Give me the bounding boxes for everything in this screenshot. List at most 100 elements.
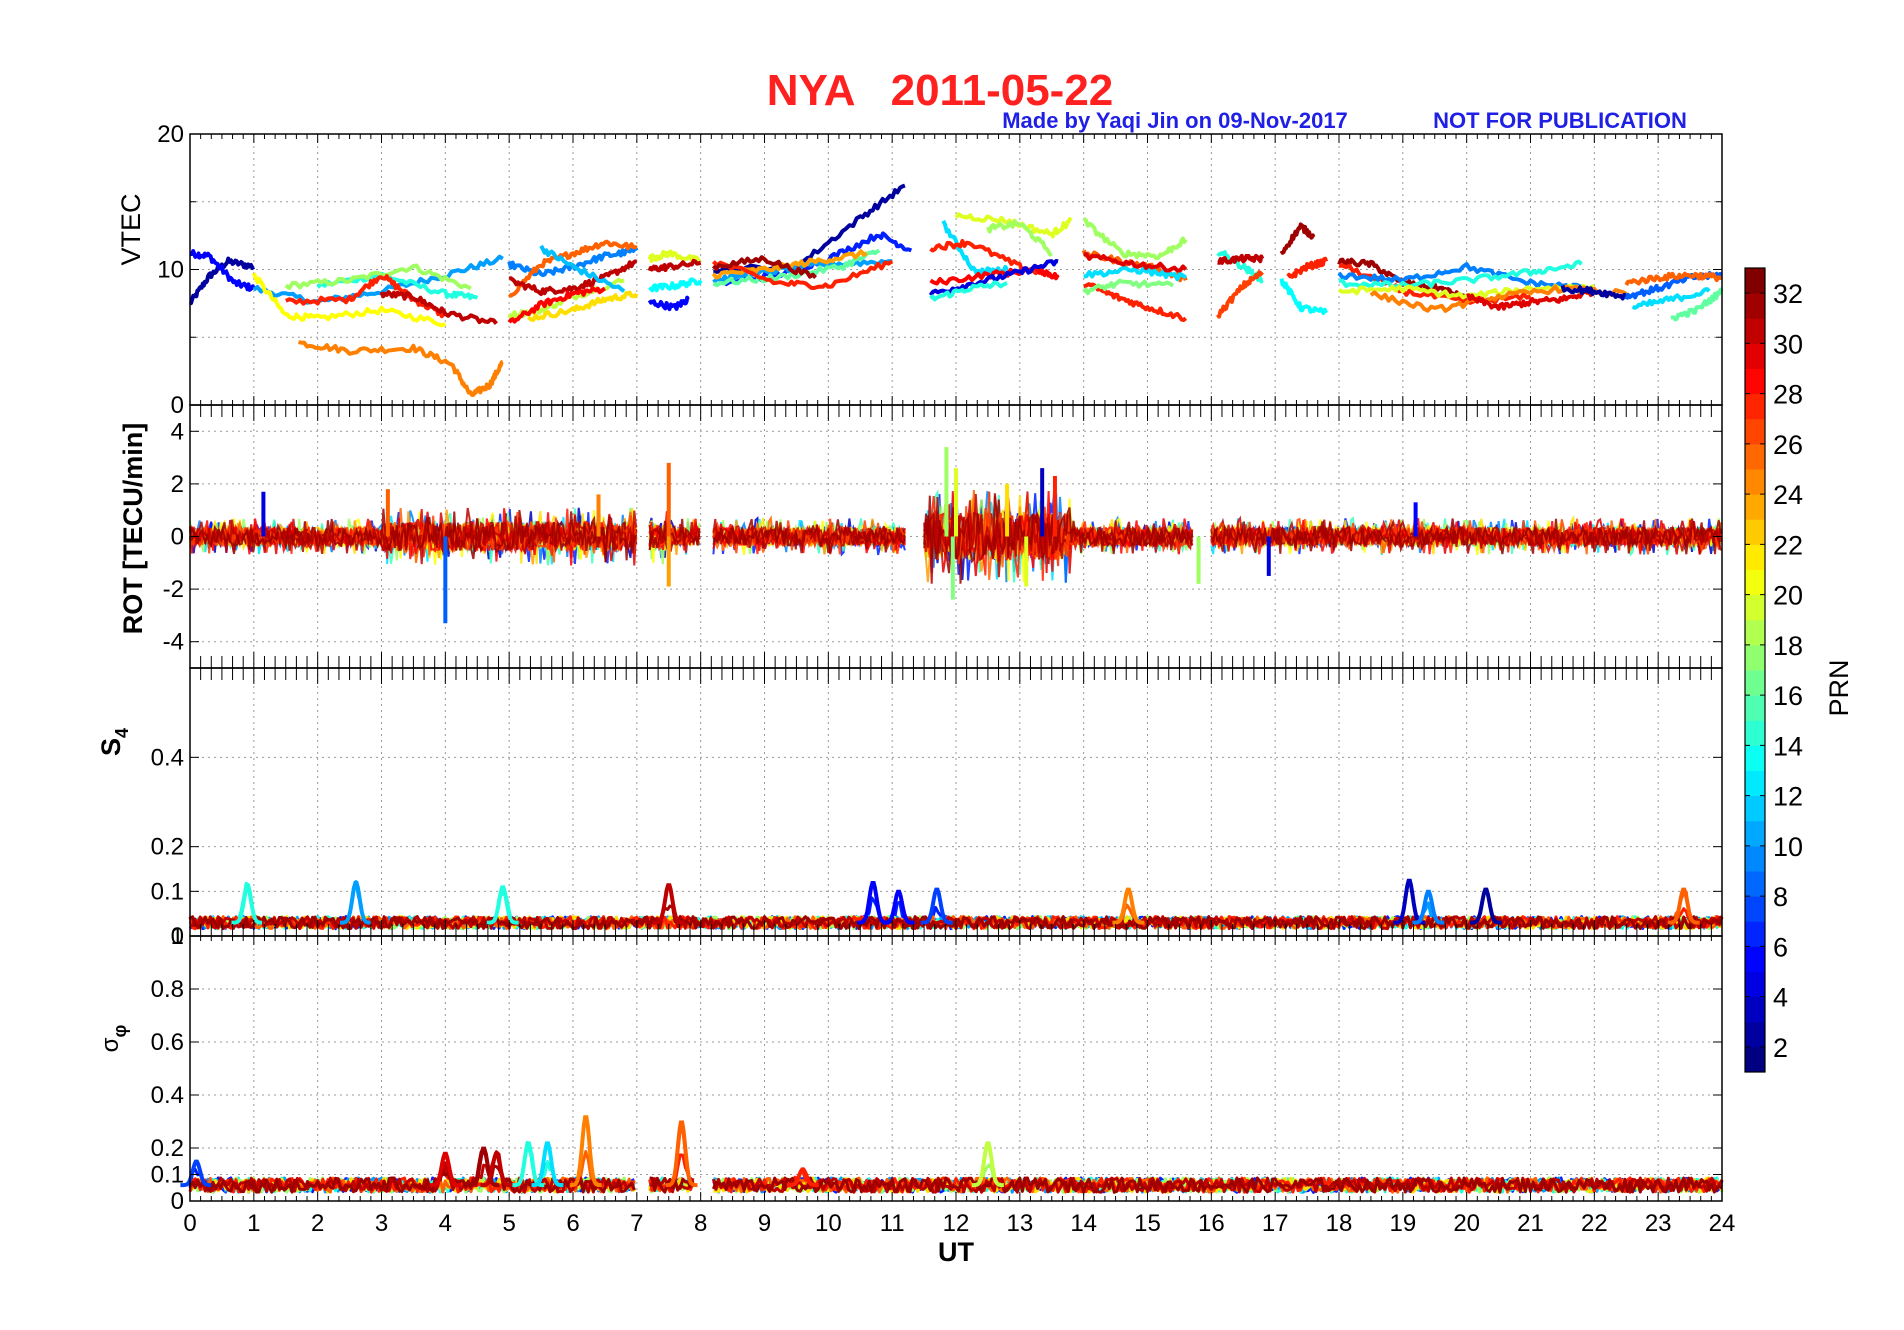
xtick-label: 18 xyxy=(1326,1210,1353,1237)
s4-ytick-label: 0.2 xyxy=(151,834,184,861)
vtec-ytick-label: 20 xyxy=(157,121,184,148)
colorbar-tick-label: 18 xyxy=(1773,631,1803,661)
vtec-series-prn-28 xyxy=(1286,256,1329,279)
sigma-ylabel: σφ xyxy=(97,1025,130,1053)
colorbar-tick-label: 16 xyxy=(1773,681,1803,711)
xtick-label: 11 xyxy=(880,1210,905,1237)
sigma-ytick-label: 1 xyxy=(171,923,184,950)
rot-ytick-label: -4 xyxy=(163,629,184,656)
vtec-series-prn-18 xyxy=(1082,216,1188,261)
vtec-series-prn-5 xyxy=(189,249,256,292)
colorbar-swatch xyxy=(1745,293,1765,319)
xtick-label: 23 xyxy=(1645,1210,1672,1237)
rot-ylabel: ROT [TECU/min] xyxy=(118,423,148,634)
colorbar-tick-label: 14 xyxy=(1773,731,1803,761)
colorbar-tick-label: 22 xyxy=(1773,530,1803,560)
vtec-series-prn-13 xyxy=(648,277,703,293)
colorbar-tick-label: 20 xyxy=(1773,581,1803,611)
colorbar-swatch xyxy=(1745,469,1765,495)
colorbar-swatch xyxy=(1745,720,1765,746)
colorbar-swatch xyxy=(1745,670,1765,696)
vtec-series-prn-31 xyxy=(1217,253,1265,265)
colorbar-swatch xyxy=(1745,695,1765,721)
colorbar-tick-label: 26 xyxy=(1773,430,1803,460)
colorbar-swatch xyxy=(1745,594,1765,621)
colorbar-tick-label: 12 xyxy=(1773,782,1803,812)
colorbar-tick-label: 6 xyxy=(1773,932,1788,962)
colorbar-swatch xyxy=(1745,946,1765,972)
colorbar-tick-label: 30 xyxy=(1773,329,1803,359)
sigma-ytick-label: 0.8 xyxy=(151,976,184,1003)
xtick-label: 20 xyxy=(1453,1210,1480,1237)
x-axis-label: UT xyxy=(938,1237,974,1267)
colorbar-tick-label: 32 xyxy=(1773,279,1803,309)
xtick-label: 6 xyxy=(566,1210,579,1237)
vtec-series-prn-31 xyxy=(647,258,702,273)
vtec-panel: 0 10 20 VTEC xyxy=(116,121,1724,419)
xtick-label: 19 xyxy=(1389,1210,1416,1237)
colorbar-swatch xyxy=(1745,745,1765,771)
colorbar-swatch xyxy=(1745,896,1765,922)
rot-panel: -4 -2 0 2 4 ROT [TECU/min] xyxy=(118,404,1723,669)
colorbar-label: PRN xyxy=(1824,659,1854,716)
rot-ytick-label: 2 xyxy=(171,471,184,498)
xtick-label: 0 xyxy=(183,1210,196,1237)
colorbar-swatch xyxy=(1745,1046,1765,1073)
xtick-label: 10 xyxy=(815,1210,842,1237)
colorbar-swatch xyxy=(1745,343,1765,369)
colorbar-swatch xyxy=(1745,770,1765,797)
figure: NYA 2011-05-22 Made by Yaqi Jin on 09-No… xyxy=(96,66,1854,1267)
s4-ylabel: S4 xyxy=(96,728,132,756)
colorbar-tick-label: 8 xyxy=(1773,882,1788,912)
rot-ytick-label: 0 xyxy=(171,524,184,551)
xtick-label: 1 xyxy=(247,1210,260,1237)
vtec-ytick-label: 10 xyxy=(157,257,184,284)
vtec-series-prn-31 xyxy=(379,290,498,325)
colorbar-swatch xyxy=(1745,971,1765,998)
colorbar-swatch xyxy=(1745,393,1765,420)
s4-grid xyxy=(190,668,1722,936)
vtec-ytick-label: 0 xyxy=(171,392,184,419)
xtick-label: 2 xyxy=(311,1210,324,1237)
rot-ytick-label: -2 xyxy=(163,576,184,603)
colorbar-swatch xyxy=(1745,619,1765,646)
colorbar-swatch xyxy=(1745,795,1765,822)
xtick-label: 3 xyxy=(375,1210,388,1237)
vtec-ylabel: VTEC xyxy=(116,193,146,265)
colorbar-swatch xyxy=(1745,1021,1765,1048)
vtec-series-prn-32 xyxy=(1279,222,1316,255)
colorbar-swatch xyxy=(1745,519,1765,545)
colorbar-swatch xyxy=(1745,418,1765,445)
colorbar-tick-label: 24 xyxy=(1773,480,1803,510)
colorbar-swatch xyxy=(1745,921,1765,947)
xtick-label: 17 xyxy=(1262,1210,1289,1237)
vtec-series-prn-5 xyxy=(647,295,690,312)
sigma-ytick-label: 0 xyxy=(171,1188,184,1215)
xtick-label: 13 xyxy=(1006,1210,1033,1237)
colorbar-tick-label: 2 xyxy=(1773,1033,1788,1063)
s4-ytick-label: 0.4 xyxy=(151,744,184,771)
vtec-series-prn-28 xyxy=(1083,282,1188,322)
sigma-data xyxy=(180,1115,1724,1194)
xtick-label: 7 xyxy=(630,1210,643,1237)
vtec-series-prn-13 xyxy=(1279,278,1329,315)
colorbar-swatch xyxy=(1745,845,1765,872)
sigma-ytick-label: 0.2 xyxy=(151,1135,184,1162)
xtick-label: 15 xyxy=(1134,1210,1161,1237)
xtick-label: 9 xyxy=(758,1210,771,1237)
vtec-series-prn-27 xyxy=(1216,270,1264,319)
colorbar-swatch xyxy=(1745,544,1765,570)
vtec-series-prn-25 xyxy=(298,340,505,397)
xtick-label: 5 xyxy=(502,1210,515,1237)
xtick-label: 22 xyxy=(1581,1210,1608,1237)
colorbar-swatch xyxy=(1745,268,1765,294)
colorbar-swatch xyxy=(1745,996,1765,1023)
colorbar-swatch xyxy=(1745,368,1765,395)
colorbar-swatch xyxy=(1745,443,1765,470)
sigma-grid xyxy=(190,936,1722,1201)
colorbar-swatch xyxy=(1745,318,1765,344)
colorbar-swatch xyxy=(1745,569,1765,596)
sigma-panel: 00.10.20.40.60.81σφ0 1 2 3 4 5 6 7 8 9 10 11 12 13 14 1… xyxy=(97,923,1735,1267)
colorbar-tick-label: 4 xyxy=(1773,983,1788,1013)
xtick-label: 21 xyxy=(1517,1210,1544,1237)
